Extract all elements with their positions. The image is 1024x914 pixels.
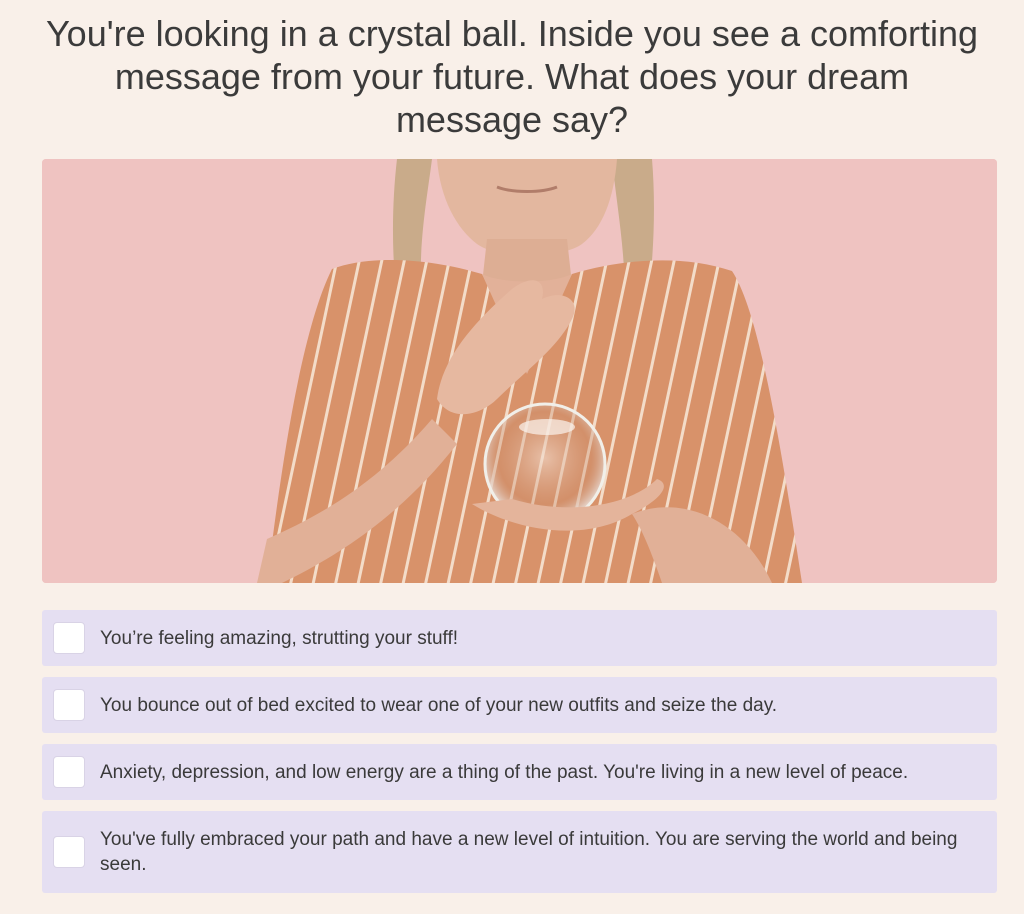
- answer-label: You've fully embraced your path and have…: [100, 829, 958, 875]
- answer-checkbox[interactable]: [53, 836, 85, 868]
- quiz-page: You're looking in a crystal ball. Inside…: [0, 0, 1024, 914]
- answer-checkbox[interactable]: [53, 756, 85, 788]
- answer-option-3[interactable]: Anxiety, depression, and low energy are …: [42, 744, 997, 800]
- answer-checkbox[interactable]: [53, 689, 85, 721]
- answer-label: You bounce out of bed excited to wear on…: [100, 694, 778, 716]
- question-image: [42, 159, 997, 583]
- answer-option-2[interactable]: You bounce out of bed excited to wear on…: [42, 677, 997, 733]
- answer-checkbox[interactable]: [53, 622, 85, 654]
- answer-option-1[interactable]: You’re feeling amazing, strutting your s…: [42, 610, 997, 666]
- woman-with-crystal-ball-illustration: [42, 159, 997, 583]
- answer-label: You’re feeling amazing, strutting your s…: [100, 627, 459, 649]
- answer-label: Anxiety, depression, and low energy are …: [100, 761, 909, 783]
- question-title: You're looking in a crystal ball. Inside…: [45, 13, 979, 140]
- answer-options: You’re feeling amazing, strutting your s…: [42, 610, 997, 904]
- answer-option-4[interactable]: You've fully embraced your path and have…: [42, 811, 997, 893]
